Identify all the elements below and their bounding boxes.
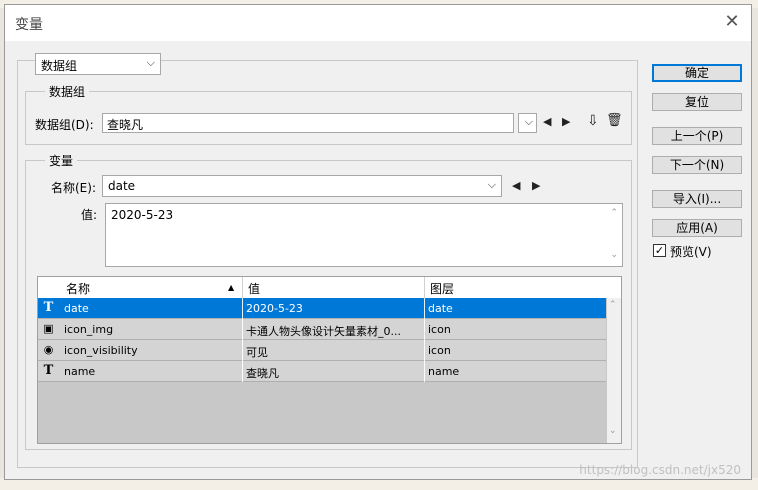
preview-checkbox[interactable]: ✓ xyxy=(653,244,666,257)
variable-prev-icon[interactable]: ◀ xyxy=(512,179,520,192)
next-button[interactable]: 下一个(N) xyxy=(652,156,742,174)
header-separator xyxy=(424,277,425,298)
image-variable-icon: ▣ xyxy=(43,322,54,335)
table-row[interactable]: ◉ icon_visibility 可见 icon xyxy=(38,340,606,361)
table-row[interactable]: ▣ icon_img 卡通人物头像设计矢量素材_0... icon xyxy=(38,319,606,340)
variables-table: 名称 ▲ 值 图层 T date 2020-5-23 date ▣ icon_i… xyxy=(37,276,622,444)
scroll-down-icon[interactable]: ⌄ xyxy=(609,426,617,436)
value-textarea[interactable]: 2020-5-23 ⌃ ⌄ xyxy=(105,203,623,267)
visibility-variable-icon: ◉ xyxy=(43,343,54,356)
column-separator xyxy=(424,340,425,361)
variable-group-legend: 变量 xyxy=(45,152,78,169)
mode-select[interactable]: 数据组 ⌵ xyxy=(35,53,161,75)
table-row[interactable]: T name 查晓凡 name xyxy=(38,361,606,382)
reset-button[interactable]: 复位 xyxy=(652,93,742,111)
import-button[interactable]: 导入(I)... xyxy=(652,190,742,208)
value-textarea-text: 2020-5-23 xyxy=(111,208,174,222)
table-row[interactable]: T date 2020-5-23 date xyxy=(38,298,606,319)
row-layer: name xyxy=(428,365,460,378)
close-icon[interactable]: ✕ xyxy=(721,11,743,33)
row-value: 查晓凡 xyxy=(246,367,279,380)
table-header: 名称 ▲ 值 图层 xyxy=(38,277,621,299)
column-header-layer[interactable]: 图层 xyxy=(430,280,454,297)
text-variable-icon: T xyxy=(43,300,54,315)
text-variable-icon: T xyxy=(43,363,54,378)
row-value: 可见 xyxy=(246,346,268,359)
row-layer: date xyxy=(428,302,453,315)
row-name: name xyxy=(64,365,96,378)
dataset-prev-icon[interactable]: ◀ xyxy=(543,115,551,128)
title-bar: 变量 ✕ xyxy=(5,5,751,41)
dataset-value: 查晓凡 xyxy=(107,118,144,132)
column-separator xyxy=(424,298,425,319)
row-name: date xyxy=(64,302,89,315)
row-layer: icon xyxy=(428,344,451,357)
row-value: 卡通人物头像设计矢量素材_0... xyxy=(246,325,401,338)
table-scrollbar[interactable]: ⌃ ⌄ xyxy=(607,298,621,443)
capture-dataset-icon[interactable]: ⇩ xyxy=(587,113,599,129)
dialog-title: 变量 xyxy=(15,17,43,33)
row-layer: icon xyxy=(428,323,451,336)
column-separator xyxy=(242,361,243,382)
apply-button[interactable]: 应用(A) xyxy=(652,219,742,237)
column-separator xyxy=(242,298,243,319)
delete-dataset-icon[interactable]: 🗑 xyxy=(606,113,623,128)
column-separator xyxy=(424,361,425,382)
dataset-field[interactable]: 查晓凡 xyxy=(102,113,514,133)
variable-next-icon[interactable]: ▶ xyxy=(532,179,540,192)
dataset-label: 数据组(D): xyxy=(35,118,94,132)
column-header-name[interactable]: 名称 xyxy=(66,280,90,297)
column-separator xyxy=(242,340,243,361)
scroll-down-icon[interactable]: ⌄ xyxy=(610,250,618,260)
column-separator xyxy=(424,319,425,340)
header-separator xyxy=(242,277,243,298)
chevron-down-icon: ⌵ xyxy=(487,178,496,191)
row-name: icon_img xyxy=(64,323,114,336)
previous-button[interactable]: 上一个(P) xyxy=(652,127,742,145)
dataset-dropdown-button[interactable]: ⌵ xyxy=(518,113,537,133)
scroll-up-icon[interactable]: ⌃ xyxy=(609,300,617,310)
column-separator xyxy=(242,319,243,340)
dataset-group-legend: 数据组 xyxy=(45,83,90,100)
name-select[interactable]: date ⌵ xyxy=(102,175,502,197)
variables-dialog: 变量 ✕ 数据组 ⌵ 数据组 数据组(D): 查晓凡 ⌵ ◀ ▶ ⇩ 🗑 变量 … xyxy=(4,4,752,480)
mode-select-value: 数据组 xyxy=(41,59,78,73)
column-header-value[interactable]: 值 xyxy=(248,280,260,297)
chevron-down-icon: ⌵ xyxy=(146,56,155,69)
ok-button[interactable]: 确定 xyxy=(652,64,742,82)
dataset-next-icon[interactable]: ▶ xyxy=(562,115,570,128)
watermark-text: https://blog.csdn.net/jx520 xyxy=(579,463,741,477)
sort-ascending-icon: ▲ xyxy=(228,283,235,292)
name-select-value: date xyxy=(108,179,136,193)
chevron-down-icon: ⌵ xyxy=(524,115,533,128)
row-value: 2020-5-23 xyxy=(246,302,303,315)
scroll-up-icon[interactable]: ⌃ xyxy=(610,208,618,218)
name-label: 名称(E): xyxy=(51,181,96,195)
value-label: 值: xyxy=(81,208,98,222)
preview-label[interactable]: 预览(V) xyxy=(670,243,712,260)
row-name: icon_visibility xyxy=(64,344,138,357)
